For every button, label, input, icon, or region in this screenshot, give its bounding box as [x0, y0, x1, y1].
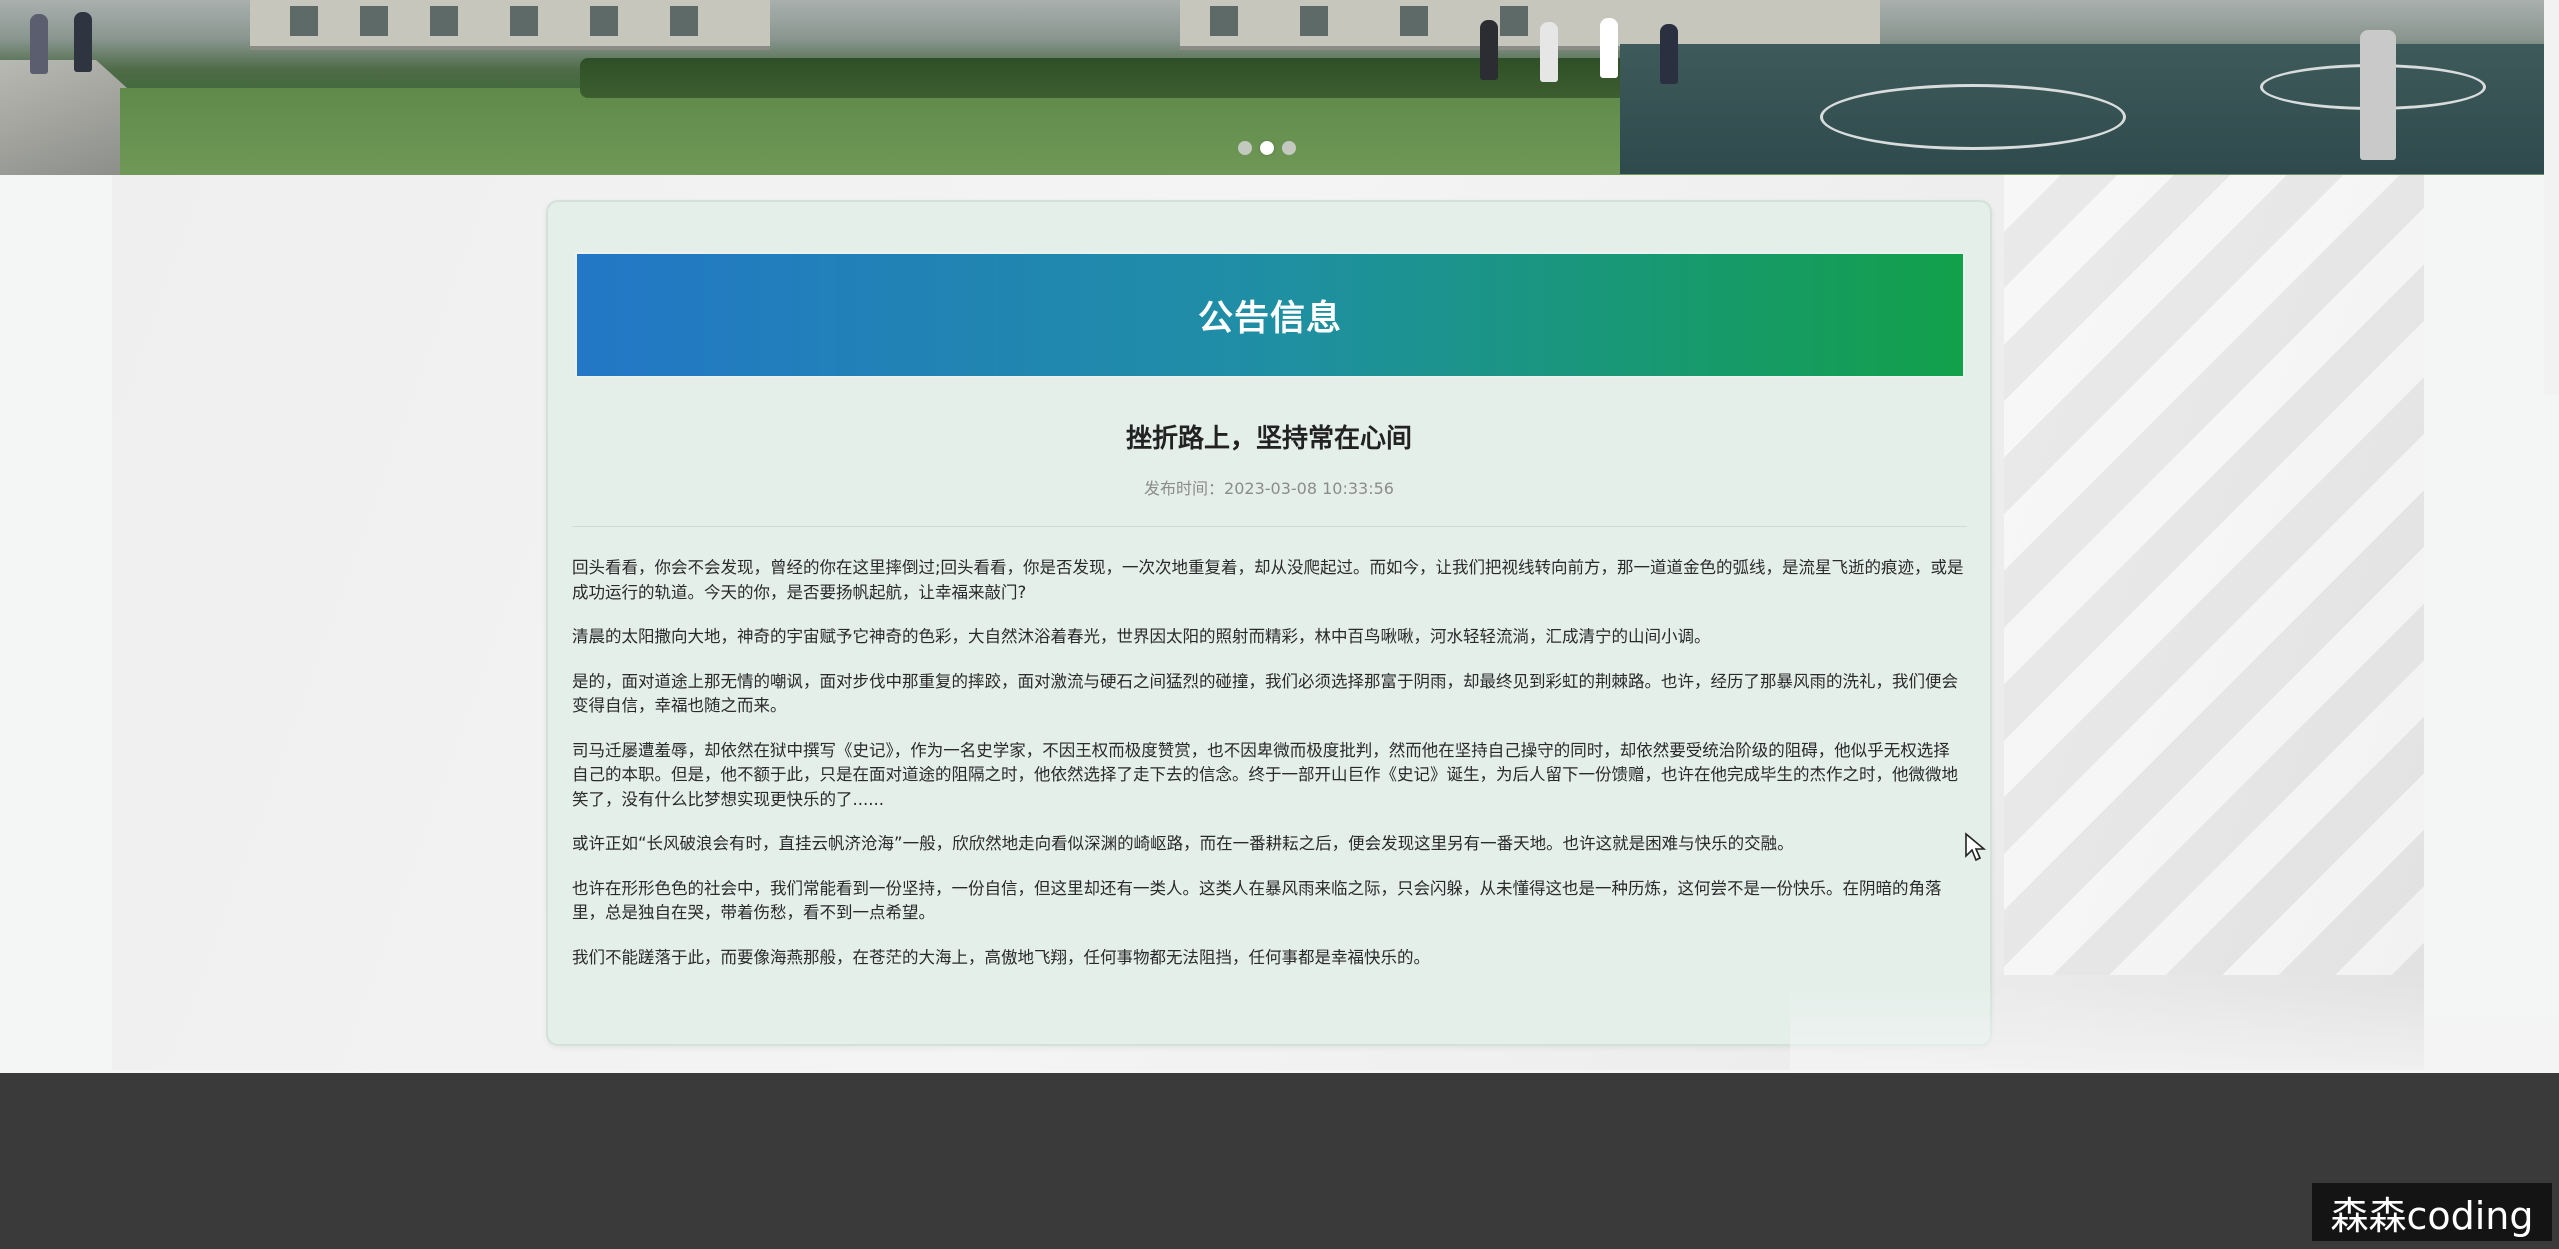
hero-person [1600, 18, 1618, 78]
article-paragraph: 或许正如“长风破浪会有时，直挂云帆济沧海”一般，欣欣然地走向看似深渊的崎岖路，而… [572, 834, 1794, 853]
notice-section-banner: 公告信息 [575, 252, 1965, 378]
background-pattern [2004, 175, 2424, 975]
article-paragraph: 回头看看，你会不会发现，曾经的你在这里摔倒过;回头看看，你是否发现，一次次地重复… [572, 558, 1964, 602]
footer-fade [1790, 985, 2559, 1085]
article-paragraph: 清晨的太阳撒向大地，神奇的宇宙赋予它神奇的色彩，大自然沐浴着春光，世界因太阳的照… [572, 627, 1711, 646]
publish-time: 发布时间：2023-03-08 10:33:56 [1144, 479, 1394, 498]
hero-carousel[interactable] [0, 0, 2544, 175]
article-paragraph: 也许在形形色色的社会中，我们常能看到一份坚持，一份自信，但这里却还有一类人。这类… [572, 878, 1942, 923]
page-footer [0, 1073, 2559, 1249]
section-title: 公告信息 [1197, 298, 1342, 339]
hero-building [250, 0, 770, 50]
article-paragraph: 我们不能蹉落于此，而要像海燕那般，在苍茫的大海上，高傲地飞翔，任何事物都无法阻挡… [572, 947, 1430, 967]
article-title: 挫折路上，坚持常在心间 [1125, 424, 1412, 454]
article-body: 回头看看，你会不会发现，曾经的你在这里摔倒过;回头看看，你是否发现，一次次地重复… [572, 556, 1966, 990]
hero-person [74, 12, 92, 72]
hero-person [1660, 24, 1678, 84]
hero-person [30, 14, 48, 74]
carousel-dot[interactable] [1238, 141, 1252, 155]
carousel-dot[interactable] [1282, 141, 1296, 155]
hero-person [1480, 20, 1498, 80]
article-paragraph: 是的，面对道途上那无情的嘲讽，面对步伐中那重复的摔跤，面对激流与硬石之间猛烈的碰… [572, 671, 1958, 716]
divider [572, 526, 1967, 527]
hero-court [1620, 44, 2544, 174]
hero-building [1180, 0, 1880, 50]
article-paragraph: 司马迁屡遭羞辱，却依然在狱中撰写《史记》，作为一名史学家，不因王权而极度赞赏，也… [572, 740, 1958, 809]
hero-person [1540, 22, 1558, 82]
hero-person [2360, 30, 2396, 160]
carousel-dot-active[interactable] [1260, 141, 1274, 155]
watermark-label: 森森coding [2312, 1183, 2552, 1241]
carousel-indicators [1238, 141, 1296, 155]
notice-card: 公告信息 挫折路上，坚持常在心间 发布时间：2023-03-08 10:33:5… [546, 200, 1992, 1046]
scrollbar-track[interactable] [2544, 0, 2559, 395]
mouse-cursor-icon [1965, 832, 1986, 862]
